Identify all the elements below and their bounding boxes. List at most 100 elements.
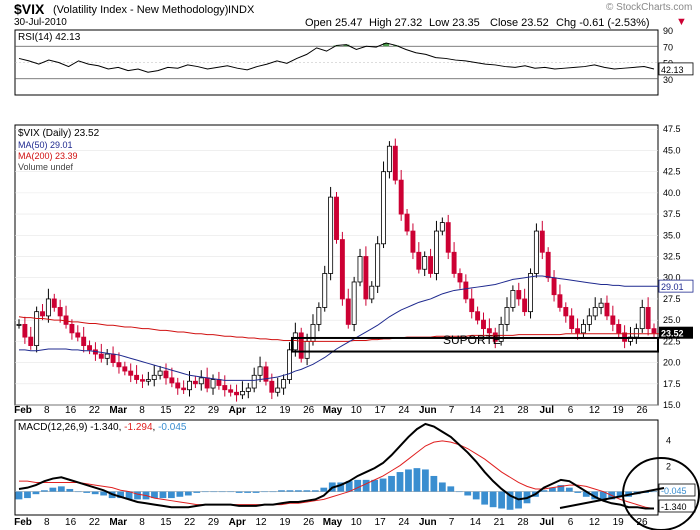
macd-histogram-bar: [201, 491, 209, 493]
price-y-tick-label: 42.5: [663, 167, 681, 177]
price-x-tick-label: 6: [568, 405, 574, 416]
price-x-tick-label: Jul: [540, 405, 555, 416]
macd-x-tick-label: 26: [303, 517, 315, 528]
price-candle-body: [34, 311, 40, 347]
price-x-tick-label: 12: [589, 405, 601, 416]
macd-panel-frame: [14, 419, 659, 516]
macd-histogram-bar: [498, 491, 505, 509]
price-y-tick-label: 45.0: [663, 145, 681, 155]
macd-histogram-bar: [464, 491, 472, 496]
price-x-tick-label: 15: [160, 405, 172, 416]
price-candle-body: [316, 307, 322, 325]
price-candle-body: [586, 315, 592, 325]
macd-histogram-bar: [32, 491, 40, 495]
price-candle-body: [445, 222, 451, 253]
price-candle-body: [281, 379, 287, 389]
price-y-tick-label: 25.0: [663, 315, 681, 325]
price-candle-body: [522, 298, 528, 313]
macd-x-tick-label: 19: [613, 517, 625, 528]
price-candle-body: [475, 311, 481, 321]
macd-histogram-bar: [481, 491, 489, 505]
price-x-tick-label: Feb: [14, 405, 32, 416]
price-candle-body: [198, 377, 204, 385]
price-y-tick-label: 32.5: [663, 252, 681, 262]
macd-x-tick-label: Mar: [109, 517, 127, 528]
price-x-tick-label: 29: [208, 405, 220, 416]
macd-x-tick-label: 29: [208, 517, 220, 528]
price-candle-body: [592, 307, 598, 317]
price-candle-body: [551, 277, 557, 296]
price-candle-body: [469, 298, 475, 313]
macd-histogram-bar: [286, 490, 294, 492]
price-candle-body: [163, 370, 169, 379]
rsi-y-tick-label: 30: [663, 75, 673, 85]
price-candle-body: [210, 379, 216, 389]
price-x-tick-label: 7: [449, 405, 455, 416]
macd-histogram-bar: [15, 491, 23, 500]
price-x-tick-label: 17: [375, 405, 387, 416]
macd-histogram-bar: [74, 491, 82, 493]
macd-histogram-bar: [362, 479, 370, 492]
price-y-tick-label: 27.5: [663, 294, 681, 304]
price-candle-body: [439, 222, 445, 232]
macd-x-tick-label: 6: [568, 517, 574, 528]
price-candle-body: [251, 374, 257, 389]
price-candle-body: [610, 315, 616, 325]
price-candle-body: [16, 323, 22, 326]
price-candle-body: [145, 379, 151, 382]
price-candle-body: [322, 273, 328, 308]
price-candle-body: [187, 380, 192, 391]
macd-histogram-bar: [193, 491, 201, 493]
macd-x-tick-label: 14: [470, 517, 482, 528]
price-candle-body: [245, 387, 251, 392]
macd-x-tick-label: 22: [184, 517, 196, 528]
price-candle-body: [69, 323, 75, 334]
macd-x-tick-label: 10: [351, 517, 363, 528]
macd-histogram-bar: [57, 486, 65, 492]
price-candle-body: [110, 353, 116, 363]
price-candle-body: [204, 377, 210, 389]
macd-histogram-bar: [303, 490, 311, 492]
price-candle-body: [533, 230, 539, 274]
macd-histogram-bar: [295, 490, 302, 492]
price-candle-body: [516, 290, 522, 300]
rsi-y-tick-label: 90: [663, 26, 673, 36]
price-x-tick-label: 19: [613, 405, 625, 416]
price-y-tick-label: 20.0: [663, 358, 681, 368]
macd-x-tick-label: 8: [44, 517, 50, 528]
macd-y-tick-label: 2: [666, 462, 671, 472]
macd-histogram-bar: [430, 475, 438, 492]
macd-histogram-bar: [66, 488, 74, 492]
macd-histogram-bar: [83, 491, 91, 493]
macd-value-label: -1.340: [661, 502, 687, 512]
macd-hist-value-label: -0.045: [661, 486, 687, 496]
price-candle-body: [57, 307, 63, 317]
price-candle-body: [339, 239, 345, 300]
price-candle-body: [580, 323, 586, 334]
rsi-last-value-label: 42.13: [661, 65, 684, 75]
macd-histogram-bar: [413, 468, 421, 492]
price-candle-body: [28, 336, 34, 347]
price-candle-body: [151, 374, 157, 380]
price-candle-body: [140, 379, 145, 382]
price-candle-body: [392, 145, 398, 181]
price-candle-body: [269, 380, 275, 393]
macd-x-tick-label: 16: [65, 517, 77, 528]
macd-histogram-bar: [565, 487, 573, 492]
price-y-tick-label: 17.5: [663, 379, 681, 389]
macd-x-tick-label: 28: [517, 517, 529, 528]
price-candle-body: [45, 298, 51, 317]
price-candle-body: [633, 328, 639, 338]
price-candle-body: [375, 243, 381, 287]
price-candle-body: [287, 349, 292, 380]
macd-histogram-bar: [447, 486, 455, 492]
price-candle-body: [433, 230, 439, 274]
price-candle-body: [192, 380, 198, 385]
macd-x-tick-label: Apr: [229, 517, 246, 528]
macd-histogram-bar: [472, 491, 480, 500]
macd-histogram-bar: [159, 491, 167, 499]
macd-histogram-bar: [227, 491, 235, 493]
price-candle-body: [569, 315, 575, 330]
price-candle-body: [345, 298, 351, 325]
price-candle-body: [81, 336, 87, 347]
